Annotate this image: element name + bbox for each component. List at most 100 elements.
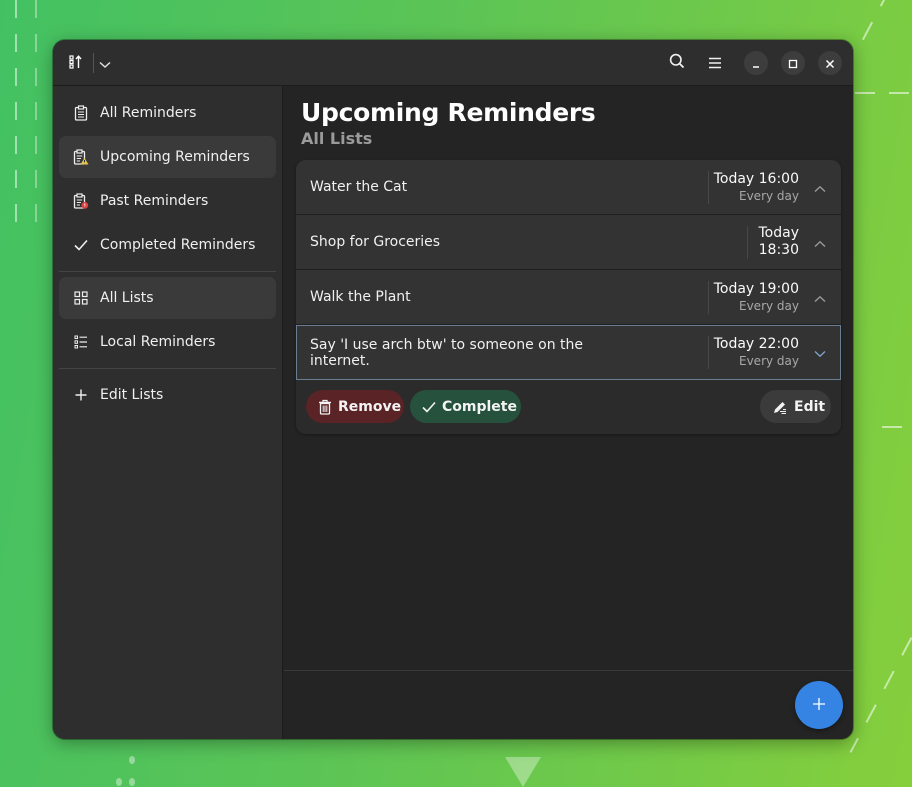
wallpaper-decoration — [129, 756, 135, 764]
wallpaper-decoration — [849, 637, 912, 753]
app-window: All Reminders Upcoming Reminders Past Re… — [53, 40, 853, 739]
sort-dropdown-button[interactable] — [95, 51, 115, 75]
wallpaper-decoration — [861, 0, 891, 42]
chevron-up-icon — [814, 288, 826, 307]
list-icon — [73, 334, 89, 350]
wallpaper-decoration — [855, 92, 912, 94]
clipboard-icon — [73, 105, 89, 121]
sidebar-item-label: All Reminders — [100, 105, 197, 121]
sidebar-item-all-lists[interactable]: All Lists — [59, 277, 276, 319]
search-icon — [669, 53, 685, 73]
sidebar-item-all-reminders[interactable]: All Reminders — [59, 92, 276, 134]
headerbar — [53, 40, 853, 86]
reminder-title: Shop for Groceries — [310, 234, 441, 250]
new-reminder-button[interactable] — [795, 681, 843, 729]
sidebar-item-completed-reminders[interactable]: Completed Reminders — [59, 224, 276, 266]
chevron-up-icon — [814, 233, 826, 252]
chevron-down-icon — [99, 54, 111, 73]
trash-icon — [318, 399, 332, 415]
reminder-time: Today 22:00 Every day — [714, 336, 799, 369]
wallpaper-decoration — [882, 426, 912, 428]
expand-button[interactable] — [813, 180, 827, 194]
wallpaper-decoration — [129, 778, 135, 786]
edit-lists-button[interactable]: Edit Lists — [59, 374, 276, 416]
edit-button[interactable]: Edit — [760, 390, 831, 423]
reminder-actions: Remove Complete Edit — [296, 380, 841, 434]
wallpaper-decoration — [15, 0, 17, 225]
main-content: Upcoming Reminders All Lists Water the C… — [284, 86, 853, 739]
sidebar-item-label: All Lists — [100, 290, 154, 306]
wallpaper-decoration — [35, 0, 37, 225]
expand-button[interactable] — [813, 290, 827, 304]
close-button[interactable] — [818, 51, 842, 75]
maximize-button[interactable] — [781, 51, 805, 75]
sidebar-separator — [59, 271, 276, 272]
sidebar-separator — [59, 368, 276, 369]
reminder-clock: 18:30 — [758, 242, 799, 258]
reminder-list: Water the Cat Today 16:00 Every day Shop… — [296, 160, 841, 434]
sort-icon — [69, 54, 83, 73]
footer-separator — [284, 670, 853, 671]
page-subtitle: All Lists — [301, 129, 373, 148]
reminder-title: Walk the Plant — [310, 289, 411, 305]
sidebar-item-label: Past Reminders — [100, 193, 209, 209]
complete-button[interactable]: Complete — [410, 390, 521, 423]
plus-icon — [73, 387, 89, 403]
main-menu-button[interactable] — [701, 49, 729, 77]
sidebar-item-upcoming-reminders[interactable]: Upcoming Reminders — [59, 136, 276, 178]
reminder-datetime: Today 16:00 — [713, 170, 799, 187]
reminder-date: Today — [758, 225, 800, 241]
sidebar-item-local-reminders[interactable]: Local Reminders — [59, 321, 276, 363]
reminder-row-selected[interactable]: Say 'I use arch btw' to someone on the i… — [296, 325, 841, 380]
chevron-up-icon — [814, 178, 826, 197]
row-separator — [708, 336, 709, 369]
minimize-icon — [751, 54, 761, 73]
sidebar-item-past-reminders[interactable]: Past Reminders — [59, 180, 276, 222]
reminder-time: Today 16:00 Every day — [714, 171, 799, 204]
reminder-row[interactable]: Shop for Groceries Today 18:30 — [296, 215, 841, 270]
complete-label: Complete — [442, 398, 517, 415]
reminder-row[interactable]: Walk the Plant Today 19:00 Every day — [296, 270, 841, 325]
checkmark-icon — [422, 399, 436, 415]
row-separator — [708, 281, 709, 314]
row-separator — [708, 171, 709, 204]
minimize-button[interactable] — [744, 51, 768, 75]
checkmark-icon — [73, 237, 89, 253]
header-separator — [93, 53, 94, 73]
reminder-repeat: Every day — [739, 188, 799, 203]
reminder-repeat: Every day — [739, 354, 799, 368]
reminder-datetime: Today 19:00 — [713, 280, 799, 297]
pencil-icon — [772, 399, 788, 415]
reminder-title: Water the Cat — [310, 179, 408, 195]
remove-button[interactable]: Remove — [306, 390, 404, 423]
sidebar: All Reminders Upcoming Reminders Past Re… — [53, 86, 283, 739]
search-button[interactable] — [663, 49, 691, 77]
reminder-row[interactable]: Water the Cat Today 16:00 Every day — [296, 160, 841, 215]
clipboard-warning-icon — [73, 149, 89, 165]
edit-lists-label: Edit Lists — [100, 387, 164, 403]
wallpaper-decoration — [505, 757, 541, 787]
hamburger-menu-icon — [708, 54, 722, 73]
maximize-icon — [788, 54, 798, 73]
sidebar-item-label: Completed Reminders — [100, 237, 256, 253]
reminder-datetime: Today 22:00 — [713, 336, 799, 352]
reminder-time: Today 19:00 Every day — [714, 281, 799, 314]
reminder-repeat: Every day — [739, 298, 799, 313]
edit-label: Edit — [794, 398, 826, 415]
clipboard-error-icon — [73, 193, 89, 209]
remove-label: Remove — [338, 398, 402, 415]
reminder-title: Say 'I use arch btw' to someone on the i… — [310, 336, 584, 369]
collapse-button[interactable] — [813, 346, 827, 360]
row-separator — [747, 226, 748, 259]
plus-icon — [812, 696, 826, 715]
page-title: Upcoming Reminders — [301, 98, 596, 127]
reminder-time: Today 18:30 — [759, 225, 800, 259]
grid-icon — [73, 290, 89, 306]
close-icon — [825, 54, 835, 73]
sort-button[interactable] — [65, 51, 87, 75]
sidebar-item-label: Upcoming Reminders — [100, 149, 250, 165]
chevron-down-icon — [814, 343, 826, 362]
wallpaper-decoration — [116, 778, 122, 786]
sidebar-item-label: Local Reminders — [100, 334, 216, 350]
expand-button[interactable] — [813, 235, 827, 249]
